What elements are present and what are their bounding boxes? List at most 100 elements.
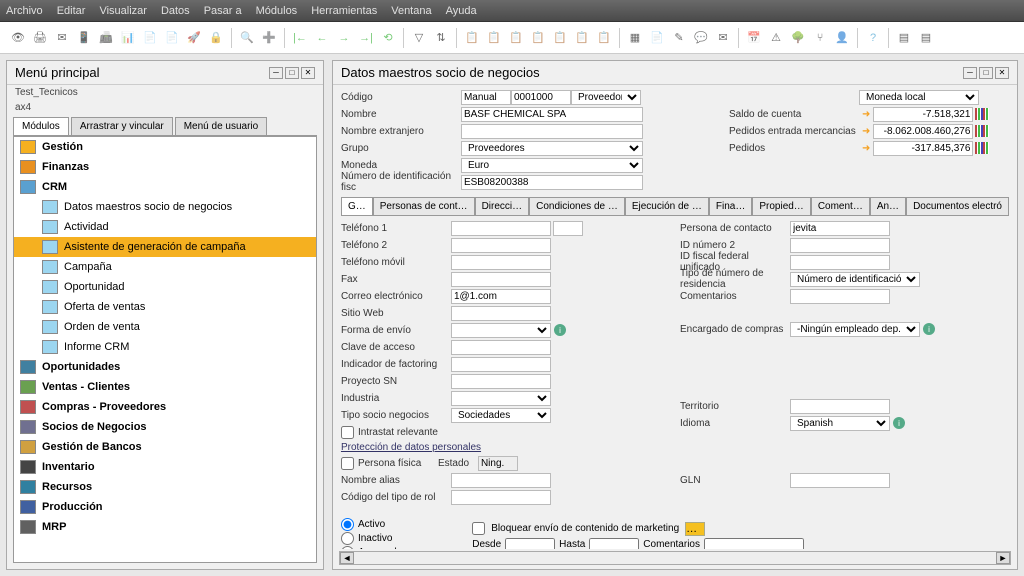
radio-inactivo[interactable]: Inactivo bbox=[341, 532, 402, 545]
field-factoring[interactable] bbox=[451, 357, 551, 372]
field-nombre-ext[interactable] bbox=[461, 124, 643, 139]
field-idfiscal[interactable] bbox=[790, 255, 890, 270]
tree-item[interactable]: CRM bbox=[14, 177, 316, 197]
export-word-icon[interactable]: 📄 bbox=[140, 28, 160, 48]
doc7-icon[interactable]: 📋 bbox=[594, 28, 614, 48]
menu-ayuda[interactable]: Ayuda bbox=[446, 5, 477, 17]
add-icon[interactable]: ➕ bbox=[259, 28, 279, 48]
edit-doc-icon[interactable]: ✎ bbox=[669, 28, 689, 48]
field-nombre[interactable] bbox=[461, 107, 643, 122]
field-movil[interactable] bbox=[451, 255, 551, 270]
menu-editar[interactable]: Editar bbox=[57, 5, 86, 17]
field-moneda-display[interactable]: Moneda local bbox=[859, 90, 979, 105]
link-arrow-icon[interactable]: ➜ bbox=[862, 126, 870, 137]
field-industria[interactable] bbox=[451, 391, 551, 406]
minimize-icon[interactable]: ─ bbox=[963, 67, 977, 79]
next-icon[interactable]: → bbox=[334, 28, 354, 48]
chart-icon[interactable] bbox=[975, 142, 989, 154]
detail-tab[interactable]: Fina… bbox=[709, 197, 752, 215]
detail-tab[interactable]: Coment… bbox=[811, 197, 870, 215]
last-icon[interactable]: →| bbox=[356, 28, 376, 48]
tab-modulos[interactable]: Módulos bbox=[13, 117, 69, 135]
scroll-right-icon[interactable]: ► bbox=[996, 552, 1010, 564]
chart-icon[interactable] bbox=[975, 125, 989, 137]
doc6-icon[interactable]: 📋 bbox=[572, 28, 592, 48]
field-tiponumres[interactable]: Número de identificación fis bbox=[790, 272, 920, 287]
detail-tab[interactable]: G… bbox=[341, 197, 373, 215]
field-tel2[interactable] bbox=[451, 238, 551, 253]
field-codigo[interactable] bbox=[511, 90, 571, 105]
export-excel-icon[interactable]: 📊 bbox=[118, 28, 138, 48]
generic2-icon[interactable]: ▤ bbox=[916, 28, 936, 48]
radio-avanzado[interactable]: Avanzado bbox=[341, 546, 402, 549]
field-alias[interactable] bbox=[451, 473, 551, 488]
detail-tab[interactable]: Ejecución de … bbox=[625, 197, 709, 215]
field-grupo[interactable]: Proveedores bbox=[461, 141, 643, 156]
chk-bloquear[interactable] bbox=[472, 522, 485, 535]
doc2-icon[interactable]: 📋 bbox=[484, 28, 504, 48]
close-icon[interactable]: ✕ bbox=[995, 67, 1009, 79]
field-hasta[interactable] bbox=[589, 538, 639, 550]
info-icon[interactable]: i bbox=[554, 324, 566, 336]
field-tiposocio[interactable]: Sociedades bbox=[451, 408, 551, 423]
link-arrow-icon[interactable]: ➜ bbox=[862, 109, 870, 120]
field-fax[interactable] bbox=[451, 272, 551, 287]
doc3-icon[interactable]: 📋 bbox=[506, 28, 526, 48]
field-envio[interactable] bbox=[451, 323, 551, 338]
generic1-icon[interactable]: ▤ bbox=[894, 28, 914, 48]
field-tiporol[interactable] bbox=[451, 490, 551, 505]
field-id2[interactable] bbox=[790, 238, 890, 253]
tree-item[interactable]: Actividad bbox=[14, 217, 316, 237]
link-arrow-icon[interactable]: ➜ bbox=[862, 143, 870, 154]
info-icon[interactable]: i bbox=[893, 417, 905, 429]
field-moneda[interactable]: Euro bbox=[461, 158, 643, 173]
field-email[interactable] bbox=[451, 289, 551, 304]
tree-item[interactable]: Oferta de ventas bbox=[14, 297, 316, 317]
tree-item[interactable]: Datos maestros socio de negocios bbox=[14, 197, 316, 217]
tree-item[interactable]: Finanzas bbox=[14, 157, 316, 177]
branch-icon[interactable]: ⑂ bbox=[810, 28, 830, 48]
field-web[interactable] bbox=[451, 306, 551, 321]
minimize-icon[interactable]: ─ bbox=[269, 67, 283, 79]
doc5-icon[interactable]: 📋 bbox=[550, 28, 570, 48]
tree-icon[interactable]: 🌳 bbox=[788, 28, 808, 48]
help-icon[interactable]: ? bbox=[863, 28, 883, 48]
field-encargado[interactable]: -Ningún empleado dep.ven bbox=[790, 322, 920, 337]
tree-item[interactable]: Compras - Proveedores bbox=[14, 397, 316, 417]
export-pdf-icon[interactable]: 📄 bbox=[162, 28, 182, 48]
chart-icon[interactable] bbox=[975, 108, 989, 120]
tree-item[interactable]: Campaña bbox=[14, 257, 316, 277]
find-icon[interactable]: 🔍 bbox=[237, 28, 257, 48]
sort-icon[interactable]: ⇅ bbox=[431, 28, 451, 48]
menu-visualizar[interactable]: Visualizar bbox=[99, 5, 147, 17]
field-idioma[interactable]: Spanish bbox=[790, 416, 890, 431]
preview-icon[interactable]: 👁 bbox=[8, 28, 28, 48]
menu-ventana[interactable]: Ventana bbox=[391, 5, 431, 17]
calendar-icon[interactable]: 📅 bbox=[744, 28, 764, 48]
user-icon[interactable]: 👤 bbox=[832, 28, 852, 48]
tree-item[interactable]: Producción bbox=[14, 497, 316, 517]
filter-icon[interactable]: ▽ bbox=[409, 28, 429, 48]
tree-item[interactable]: Ventas - Clientes bbox=[14, 377, 316, 397]
tab-arrastrar[interactable]: Arrastrar y vincular bbox=[71, 117, 173, 135]
field-territorio[interactable] bbox=[790, 399, 890, 414]
alert-icon[interactable]: ⚠ bbox=[766, 28, 786, 48]
menu-herramientas[interactable]: Herramientas bbox=[311, 5, 377, 17]
tree-item[interactable]: Oportunidades bbox=[14, 357, 316, 377]
menu-archivo[interactable]: Archivo bbox=[6, 5, 43, 17]
menu-modulos[interactable]: Módulos bbox=[256, 5, 298, 17]
tree-item[interactable]: Gestión de Bancos bbox=[14, 437, 316, 457]
detail-tab[interactable]: Personas de cont… bbox=[373, 197, 475, 215]
tree-item[interactable]: Inventario bbox=[14, 457, 316, 477]
fax-icon[interactable]: 📠 bbox=[96, 28, 116, 48]
menu-datos[interactable]: Datos bbox=[161, 5, 190, 17]
field-gln[interactable] bbox=[790, 473, 890, 488]
field-contacto[interactable] bbox=[790, 221, 890, 236]
tree-item[interactable]: Recursos bbox=[14, 477, 316, 497]
tree-item[interactable]: Asistente de generación de campaña bbox=[14, 237, 316, 257]
maximize-icon[interactable]: □ bbox=[285, 67, 299, 79]
print-icon[interactable]: 🖨 bbox=[30, 28, 50, 48]
prev-icon[interactable]: ← bbox=[312, 28, 332, 48]
tree-item[interactable]: Gestión bbox=[14, 137, 316, 157]
horizontal-scrollbar[interactable]: ◄► bbox=[339, 551, 1011, 565]
